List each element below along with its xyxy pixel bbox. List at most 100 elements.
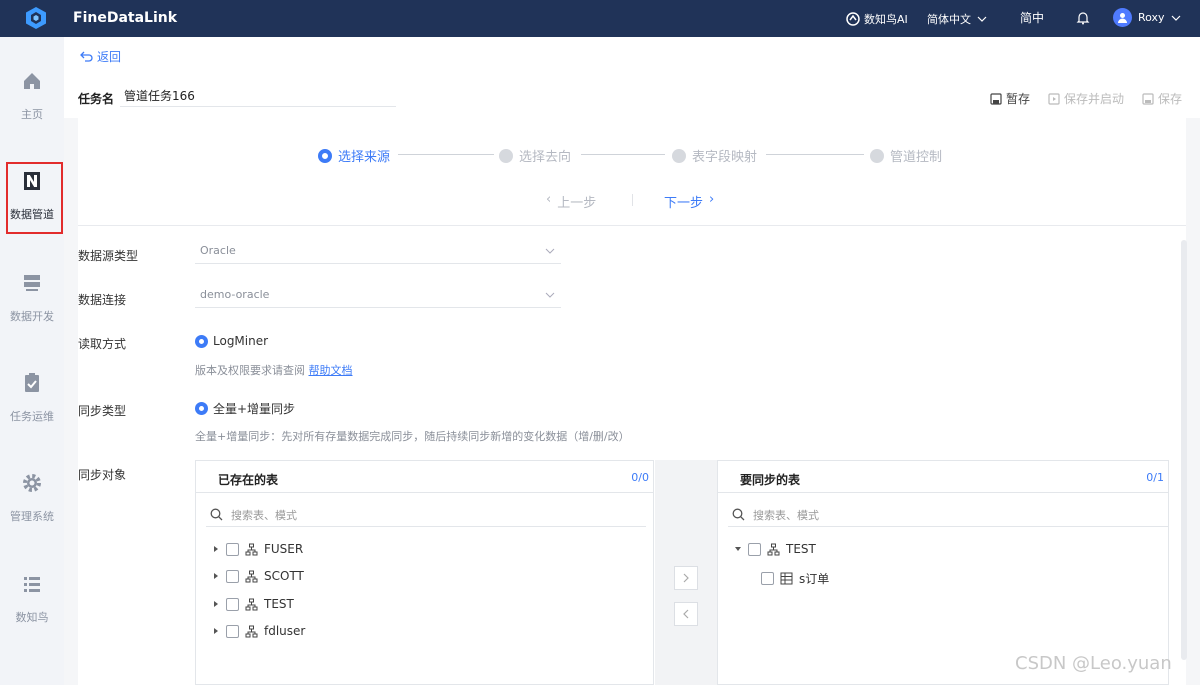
checkbox[interactable] [226,542,239,556]
list-icon [24,577,40,592]
sidebar-item-admin[interactable]: 管理系统 [0,472,64,544]
tree-node[interactable]: TEST [734,542,816,556]
save-and-start-button[interactable]: 保存并启动 [1048,90,1124,107]
bell-icon[interactable] [1076,11,1090,25]
step-dot [499,148,513,163]
sidebar-item-task-ops[interactable]: 任务运维 [0,372,64,444]
checkbox[interactable] [226,597,239,611]
save-draft-button[interactable]: 暂存 [990,90,1030,107]
move-right-button[interactable] [674,566,698,590]
panel-count: 0/1 [1146,471,1164,484]
save-icon [1142,92,1154,105]
active-item-highlight [6,162,63,234]
chevron-left-icon: ‹ [546,192,552,207]
language-short-toggle[interactable]: 简中 [1020,9,1044,26]
app-title: FineDataLink [73,10,178,26]
watermark: CSDN @Leo.yuan [1015,653,1172,674]
schema-icon [245,625,258,637]
user-menu[interactable]: Roxy [1113,8,1181,27]
sidebar-item-label: 任务运维 [10,410,54,423]
user-icon [1118,13,1127,23]
save-start-icon [1048,92,1060,105]
caret-down-icon[interactable] [734,545,742,553]
home-icon [24,73,40,89]
ai-icon [846,12,860,26]
sync-type-hint: 全量+增量同步：先对所有存量数据完成同步，随后持续同步新增的变化数据（增/删/改… [195,430,630,443]
checkbox[interactable] [226,624,239,638]
chevron-down-icon [545,292,555,298]
connection-label: 数据连接 [78,293,127,307]
section-divider [78,225,1186,226]
gear-icon [23,474,41,492]
schema-icon [245,570,258,582]
tree-node[interactable]: s订单 [761,570,829,587]
step-connector [398,154,494,155]
search-input[interactable]: 搜索表、模式 [206,503,646,527]
step-field-mapping[interactable]: 表字段映射 [672,146,757,165]
app-logo-icon [26,7,46,29]
next-step-button[interactable]: 下一步 › [664,192,714,211]
sidebar-item-data-dev[interactable]: 数据开发 [0,272,64,344]
caret-right-icon[interactable] [212,600,220,608]
sidebar-item-label: 数据开发 [10,310,54,323]
caret-right-icon[interactable] [212,545,220,553]
clipboard-check-icon [25,373,39,392]
caret-right-icon[interactable] [212,627,220,635]
step-connector [766,154,864,155]
search-input[interactable]: 搜索表、模式 [728,503,1168,527]
search-icon [210,508,223,521]
header-actions: 暂存 保存并启动 保存 [990,90,1182,107]
table-icon [780,572,793,585]
sidebar-item-shuzhiniao[interactable]: 数知鸟 [0,573,64,645]
schema-icon [767,543,780,555]
tree-node[interactable]: SCOTT [212,569,304,583]
read-mode-label: 读取方式 [78,337,127,351]
read-mode-hint: 版本及权限要求请查阅 帮助文档 [195,364,353,377]
tree-node[interactable]: FUSER [212,542,303,556]
avatar [1113,8,1132,27]
caret-right-icon[interactable] [212,572,220,580]
step-connector [581,154,665,155]
prev-step-button[interactable]: ‹ 上一步 [546,192,596,211]
radio-selected-icon [195,334,208,348]
back-label: 返回 [97,50,122,64]
checkbox[interactable] [748,542,761,556]
step-bar: 选择来源 选择去向 表字段映射 管道控制 [318,146,958,165]
step-select-source[interactable]: 选择来源 [318,146,390,165]
server-icon [24,275,40,291]
sidebar-item-home[interactable]: 主页 [0,70,64,142]
task-name-input[interactable] [120,85,396,107]
sync-type-radio-full-incremental[interactable]: 全量+增量同步 [195,400,295,417]
checkbox[interactable] [226,569,239,583]
chevron-down-icon [977,16,987,22]
chevron-left-icon [683,609,689,619]
language-select[interactable]: 简体中文 [927,11,987,27]
sidebar-item-label: 主页 [21,108,43,121]
schema-icon [245,598,258,610]
step-dot [870,148,884,163]
connection-select[interactable]: demo-oracle [195,284,561,308]
tree-node[interactable]: TEST [212,597,294,611]
panel-header: 要同步的表 0/1 [718,461,1168,493]
move-left-button[interactable] [674,602,698,626]
undo-icon [80,51,93,62]
sidebar-item-label: 数知鸟 [15,611,49,624]
step-select-target[interactable]: 选择去向 [499,146,571,165]
read-mode-radio-logminer[interactable]: LogMiner [195,334,268,348]
tree-node[interactable]: fdluser [212,624,305,638]
source-type-select[interactable]: Oracle [195,240,561,264]
step-pipeline-control[interactable]: 管道控制 [870,146,942,165]
schema-icon [245,543,258,555]
search-icon [732,508,745,521]
chevron-right-icon [683,573,689,583]
ai-assistant-button[interactable]: 数知鸟AI [846,11,908,27]
checkbox[interactable] [761,572,774,585]
save-button[interactable]: 保存 [1142,90,1182,107]
nav-divider [632,194,633,206]
scrollbar[interactable] [1181,240,1187,660]
step-dot [672,148,686,163]
panel-title: 要同步的表 [740,473,801,487]
chevron-down-icon [545,248,555,254]
back-link[interactable]: 返回 [80,48,121,65]
help-doc-link[interactable]: 帮助文档 [309,364,353,377]
